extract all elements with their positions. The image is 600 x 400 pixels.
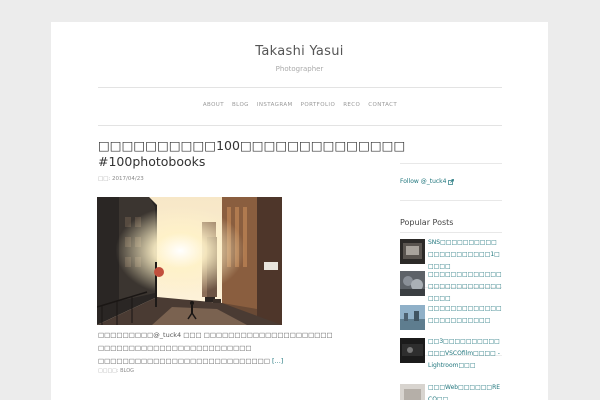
post-meta: □□: 2017/04/23 [98,176,144,182]
post-featured-image[interactable] [97,197,282,325]
city-street-photo-icon [97,197,282,325]
category-label: □□□□: [98,368,121,374]
post-excerpt-text: □□□□□□□□□@_tuck4 □□□ □□□□□□□□□□□□□□□□□□□… [98,331,333,365]
popular-post-item[interactable]: □□□Web□□□□□□RECO□□ [400,382,502,400]
popular-post-item[interactable]: □□3□□□□□□□□□□□□□VSCOfilm□□□□ - Lightroom… [400,336,502,378]
nav-item-blog[interactable]: BLOG [232,102,249,108]
follow-link[interactable]: Follow @_tuck4 [400,178,455,185]
popular-post-title[interactable]: □□□Web□□□□□□RECO□□ [428,382,502,400]
nav-item-about[interactable]: ABOUT [203,102,224,108]
page-card: Takashi Yasui Photographer ABOUT BLOG IN… [51,22,548,400]
follow-label: Follow @_tuck4 [400,178,447,185]
popular-post-thumbnail[interactable] [400,384,425,400]
nav-item-instagram[interactable]: INSTAGRAM [257,102,293,108]
popular-post-item[interactable]: SNS□□□□□□□□□□□□□□□□□□□□□1□□□□□ [400,237,502,270]
popular-post-item[interactable]: □□□□□□□□□□□□□□□□□□□□□□□□□□□□□□ [400,269,502,302]
site-description: Photographer [275,65,324,73]
nav-item-reco[interactable]: RECO [343,102,360,108]
nav-item-portfolio[interactable]: PORTFOLIO [301,102,336,108]
nav-item-contact[interactable]: CONTACT [368,102,397,108]
site-title[interactable]: Takashi Yasui [51,44,548,59]
post-category: □□□□: BLOG [98,368,134,374]
post-date[interactable]: 2017/04/23 [112,176,144,182]
main-nav: ABOUT BLOG INSTAGRAM PORTFOLIO RECO CONT… [98,102,502,108]
popular-post-thumbnail[interactable] [400,338,425,363]
post-excerpt: □□□□□□□□□@_tuck4 □□□ □□□□□□□□□□□□□□□□□□□… [98,329,388,368]
popular-post-thumbnail[interactable] [400,305,425,330]
popular-post-title[interactable]: □□3□□□□□□□□□□□□□VSCOfilm□□□□ - Lightroom… [428,336,502,372]
popular-post-thumbnail[interactable] [400,271,425,296]
popular-post-thumbnail[interactable] [400,239,425,264]
popular-post-title[interactable]: □□□□□□□□□□□□□□□□□□□□□□□□□□□□□□ [428,269,502,305]
post-meta-label: □□: [98,176,112,182]
post-title[interactable]: □□□□□□□□□□100□□□□□□□□□□□□□□ #100photoboo… [98,138,405,170]
popular-post-item[interactable]: □□□□□□□□□□□□□□□□□□□□□□□□ [400,303,502,333]
nav-divider [98,125,502,126]
read-more-link[interactable]: [...] [272,357,283,365]
popular-post-title[interactable]: □□□□□□□□□□□□□□□□□□□□□□□□ [428,303,502,327]
popular-title-divider [400,232,502,233]
sidebar-divider-mid [400,200,502,201]
category-link[interactable]: BLOG [120,368,134,374]
popular-post-title[interactable]: SNS□□□□□□□□□□□□□□□□□□□□□1□□□□□ [428,237,502,273]
popular-posts-title: Popular Posts [400,218,454,227]
header-divider [98,87,502,88]
external-link-icon [448,178,455,185]
sidebar-divider-top [400,163,502,164]
